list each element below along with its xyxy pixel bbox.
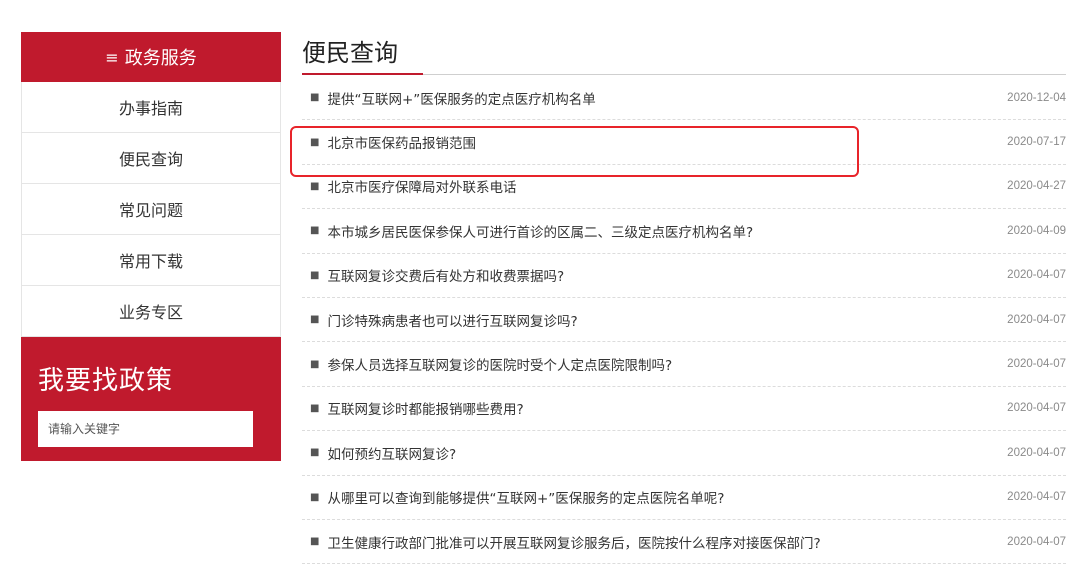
sidebar-item-label: 办事指南 bbox=[118, 99, 183, 118]
list-item-date: 2020-04-07 bbox=[1007, 358, 1066, 371]
list-item: ■ 从哪里可以查询到能够提供“互联网+”医保服务的定点医院名单呢? 2020-04… bbox=[302, 476, 1066, 520]
list-item-date: 2020-04-07 bbox=[1007, 446, 1066, 459]
list-item-link[interactable]: 北京市医疗保障局对外联系电话 bbox=[327, 176, 516, 196]
sidebar-item-label: 业务专区 bbox=[118, 303, 183, 322]
list-item: ■ 北京市医保药品报销范围 2020-07-17 bbox=[302, 120, 1066, 165]
page-title: 便民查询 bbox=[302, 39, 398, 67]
bullet-icon: ■ bbox=[310, 402, 320, 414]
list-item: ■ 互联网复诊交费后有处方和收费票据吗? 2020-04-07 bbox=[302, 254, 1066, 298]
sidebar-item-label: 常见问题 bbox=[118, 201, 183, 220]
list-item-link[interactable]: 如何预约互联网复诊? bbox=[327, 443, 456, 463]
list-item: ■ 如何预约互联网复诊? 2020-04-07 bbox=[302, 431, 1066, 476]
news-list: ■ 提供“互联网+”医保服务的定点医疗机构名单 2020-12-04 ■ 北京市医保… bbox=[302, 76, 1066, 565]
list-item: ■ 卫生健康行政部门批准可以开展互联网复诊服务后，医院按什么程序对接医保部门? 2… bbox=[302, 520, 1066, 565]
sidebar: ≡ 政务服务 办事指南 便民查询 常见问题 常用下载 业务专区 我要找政策 bbox=[21, 32, 281, 461]
list-item-date: 2020-04-07 bbox=[1007, 402, 1066, 415]
bullet-icon: ■ bbox=[310, 447, 320, 459]
sidebar-item-business-zone[interactable]: 业务专区 bbox=[22, 286, 280, 337]
bullet-icon: ■ bbox=[310, 269, 320, 281]
policy-search-input[interactable] bbox=[38, 411, 253, 447]
list-item-date: 2020-04-09 bbox=[1007, 224, 1066, 237]
sidebar-item-faq[interactable]: 常见问题 bbox=[22, 184, 280, 235]
sidebar-header-label: 政务服务 bbox=[124, 48, 197, 69]
list-item-link[interactable]: 门诊特殊病患者也可以进行互联网复诊吗? bbox=[327, 310, 577, 330]
list-item-date: 2020-04-27 bbox=[1007, 180, 1066, 193]
list-item: ■ 本市城乡居民医保参保人可进行首诊的区属二、三级定点医疗机构名单? 2020-0… bbox=[302, 209, 1066, 254]
list-item-date: 2020-04-07 bbox=[1007, 535, 1066, 548]
bullet-icon: ■ bbox=[310, 180, 320, 192]
list-item-link[interactable]: 参保人员选择互联网复诊的医院时受个人定点医院限制吗? bbox=[327, 354, 672, 374]
bullet-icon: ■ bbox=[310, 92, 320, 104]
sidebar-item-downloads[interactable]: 常用下载 bbox=[22, 235, 280, 286]
list-item: ■ 北京市医疗保障局对外联系电话 2020-04-27 bbox=[302, 165, 1066, 210]
policy-search-panel: 我要找政策 bbox=[21, 337, 281, 461]
menu-icon: ≡ bbox=[105, 47, 119, 67]
list-item-link[interactable]: 互联网复诊时都能报销哪些费用? bbox=[327, 398, 523, 418]
list-item-link[interactable]: 北京市医保药品报销范围 bbox=[327, 132, 476, 152]
title-underline bbox=[302, 73, 423, 75]
list-item-date: 2020-04-07 bbox=[1007, 491, 1066, 504]
bullet-icon: ■ bbox=[310, 491, 320, 503]
list-item-link[interactable]: 卫生健康行政部门批准可以开展互联网复诊服务后，医院按什么程序对接医保部门? bbox=[327, 532, 820, 552]
list-item-date: 2020-12-04 bbox=[1007, 91, 1066, 104]
list-item-link[interactable]: 本市城乡居民医保参保人可进行首诊的区属二、三级定点医疗机构名单? bbox=[327, 221, 753, 241]
section-header: 便民查询 bbox=[302, 36, 1066, 75]
policy-search-title: 我要找政策 bbox=[38, 366, 174, 396]
bullet-icon: ■ bbox=[310, 358, 320, 370]
list-item-date: 2020-07-17 bbox=[1007, 136, 1066, 149]
bullet-icon: ■ bbox=[310, 536, 320, 548]
list-item: ■ 互联网复诊时都能报销哪些费用? 2020-04-07 bbox=[302, 387, 1066, 432]
sidebar-header[interactable]: ≡ 政务服务 bbox=[21, 32, 281, 82]
bullet-icon: ■ bbox=[310, 314, 320, 326]
main-content: 便民查询 ■ 提供“互联网+”医保服务的定点医疗机构名单 2020-12-04 ■… bbox=[302, 36, 1066, 565]
list-item-link[interactable]: 互联网复诊交费后有处方和收费票据吗? bbox=[327, 265, 564, 285]
list-item: ■ 参保人员选择互联网复诊的医院时受个人定点医院限制吗? 2020-04-07 bbox=[302, 342, 1066, 387]
list-item-link[interactable]: 提供“互联网+”医保服务的定点医疗机构名单 bbox=[327, 88, 595, 108]
sidebar-item-convenience-query[interactable]: 便民查询 bbox=[22, 133, 280, 184]
list-item-link[interactable]: 从哪里可以查询到能够提供“互联网+”医保服务的定点医院名单呢? bbox=[327, 487, 724, 507]
list-item-date: 2020-04-07 bbox=[1007, 313, 1066, 326]
bullet-icon: ■ bbox=[310, 136, 320, 148]
sidebar-item-label: 常用下载 bbox=[118, 252, 183, 271]
sidebar-menu: 办事指南 便民查询 常见问题 常用下载 业务专区 bbox=[21, 82, 281, 337]
bullet-icon: ■ bbox=[310, 225, 320, 237]
list-item-date: 2020-04-07 bbox=[1007, 269, 1066, 282]
sidebar-item-guide[interactable]: 办事指南 bbox=[22, 82, 280, 133]
list-item: ■ 提供“互联网+”医保服务的定点医疗机构名单 2020-12-04 bbox=[302, 76, 1066, 121]
list-item: ■ 门诊特殊病患者也可以进行互联网复诊吗? 2020-04-07 bbox=[302, 298, 1066, 343]
sidebar-item-label: 便民查询 bbox=[118, 150, 183, 169]
